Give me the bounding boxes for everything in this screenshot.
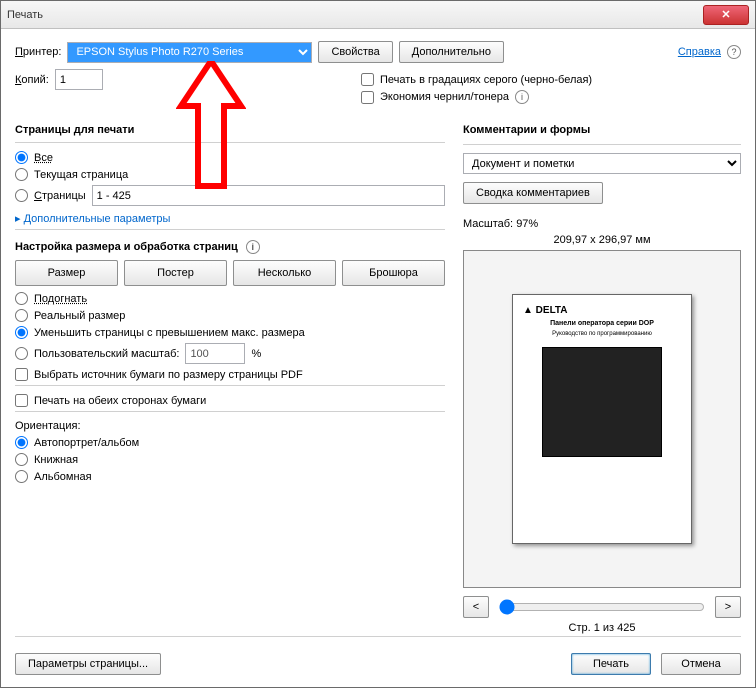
custom-scale-input[interactable] bbox=[185, 343, 245, 364]
preview-line2: Руководство по программированию bbox=[552, 331, 652, 337]
pages-range-input[interactable] bbox=[92, 185, 445, 206]
help-link[interactable]: Справка bbox=[678, 46, 721, 58]
window-title: Печать bbox=[7, 9, 703, 21]
economy-label: Экономия чернил/тонера bbox=[380, 91, 509, 103]
preview-next-button[interactable]: > bbox=[715, 596, 741, 618]
duplex-label: Печать на обеих сторонах бумаги bbox=[34, 395, 206, 407]
pages-range-radio[interactable] bbox=[15, 189, 28, 202]
printer-label: Принтер: bbox=[15, 46, 61, 58]
page-info: Стр. 1 из 425 bbox=[463, 622, 741, 634]
sizing-section-title: Настройка размера и обработка страниц bbox=[15, 241, 238, 253]
pages-current-radio[interactable] bbox=[15, 168, 28, 181]
copies-label: Копий: bbox=[15, 74, 49, 86]
preview-slider[interactable] bbox=[499, 599, 705, 615]
tab-booklet[interactable]: Брошюра bbox=[342, 260, 445, 286]
custom-scale-label: Пользовательский масштаб: bbox=[34, 348, 179, 360]
pages-section-title: Страницы для печати bbox=[15, 124, 445, 136]
page-dimensions: 209,97 x 296,97 мм bbox=[463, 234, 741, 246]
close-icon: ✕ bbox=[721, 8, 730, 21]
more-options-toggle[interactable]: ▸ Дополнительные параметры bbox=[15, 212, 445, 225]
tab-multiple[interactable]: Несколько bbox=[233, 260, 336, 286]
fit-label: Подогнать bbox=[34, 293, 87, 305]
choose-source-label: Выбрать источник бумаги по размеру стран… bbox=[34, 369, 303, 381]
titlebar: Печать ✕ bbox=[1, 1, 755, 29]
pages-range-label: Страницы bbox=[34, 190, 86, 202]
grayscale-checkbox[interactable] bbox=[361, 73, 374, 86]
preview-image-placeholder bbox=[542, 347, 662, 457]
duplex-checkbox[interactable] bbox=[15, 394, 28, 407]
scale-label: Масштаб: bbox=[463, 218, 513, 230]
orient-landscape-radio[interactable] bbox=[15, 470, 28, 483]
advanced-button[interactable]: Дополнительно bbox=[399, 41, 504, 63]
pages-all-label: Все bbox=[34, 152, 53, 164]
shrink-label: Уменьшить страницы с превышением макс. р… bbox=[34, 327, 305, 339]
actual-label: Реальный размер bbox=[34, 310, 125, 322]
print-preview: ▲ DELTA Панели оператора серии DOP Руков… bbox=[463, 250, 741, 588]
orientation-label: Ориентация: bbox=[15, 420, 445, 432]
economy-checkbox[interactable] bbox=[361, 91, 374, 104]
orient-landscape-label: Альбомная bbox=[34, 471, 92, 483]
actual-radio[interactable] bbox=[15, 309, 28, 322]
grayscale-label: Печать в градациях серого (черно-белая) bbox=[380, 74, 592, 86]
close-button[interactable]: ✕ bbox=[703, 5, 749, 25]
print-button[interactable]: Печать bbox=[571, 653, 651, 675]
preview-line1: Панели оператора серии DOP bbox=[550, 320, 654, 327]
custom-scale-radio[interactable] bbox=[15, 347, 28, 360]
pages-current-label: Текущая страница bbox=[34, 169, 128, 181]
preview-logo: ▲ DELTA bbox=[523, 305, 568, 316]
tab-size[interactable]: Размер bbox=[15, 260, 118, 286]
scale-value: 97% bbox=[516, 218, 538, 230]
orient-portrait-label: Книжная bbox=[34, 454, 78, 466]
economy-help-icon[interactable]: i bbox=[515, 90, 529, 104]
print-dialog: Печать ✕ Принтер: EPSON Stylus Photo R27… bbox=[0, 0, 756, 688]
printer-select[interactable]: EPSON Stylus Photo R270 Series bbox=[67, 42, 312, 63]
pages-all-radio[interactable] bbox=[15, 151, 28, 164]
tab-poster[interactable]: Постер bbox=[124, 260, 227, 286]
preview-page: ▲ DELTA Панели оператора серии DOP Руков… bbox=[512, 294, 692, 544]
orient-auto-radio[interactable] bbox=[15, 436, 28, 449]
orient-portrait-radio[interactable] bbox=[15, 453, 28, 466]
percent-label: % bbox=[251, 348, 261, 360]
summarize-comments-button[interactable]: Сводка комментариев bbox=[463, 182, 603, 204]
shrink-radio[interactable] bbox=[15, 326, 28, 339]
comments-section-title: Комментарии и формы bbox=[463, 124, 741, 136]
orient-auto-label: Автопортрет/альбом bbox=[34, 437, 139, 449]
sizing-help-icon[interactable]: i bbox=[246, 240, 260, 254]
properties-button[interactable]: Свойства bbox=[318, 41, 392, 63]
page-setup-button[interactable]: Параметры страницы... bbox=[15, 653, 161, 675]
cancel-button[interactable]: Отмена bbox=[661, 653, 741, 675]
comments-select[interactable]: Документ и пометки bbox=[463, 153, 741, 174]
copies-input[interactable] bbox=[55, 69, 103, 90]
fit-radio[interactable] bbox=[15, 292, 28, 305]
preview-prev-button[interactable]: < bbox=[463, 596, 489, 618]
help-icon[interactable]: ? bbox=[727, 45, 741, 59]
choose-source-checkbox[interactable] bbox=[15, 368, 28, 381]
